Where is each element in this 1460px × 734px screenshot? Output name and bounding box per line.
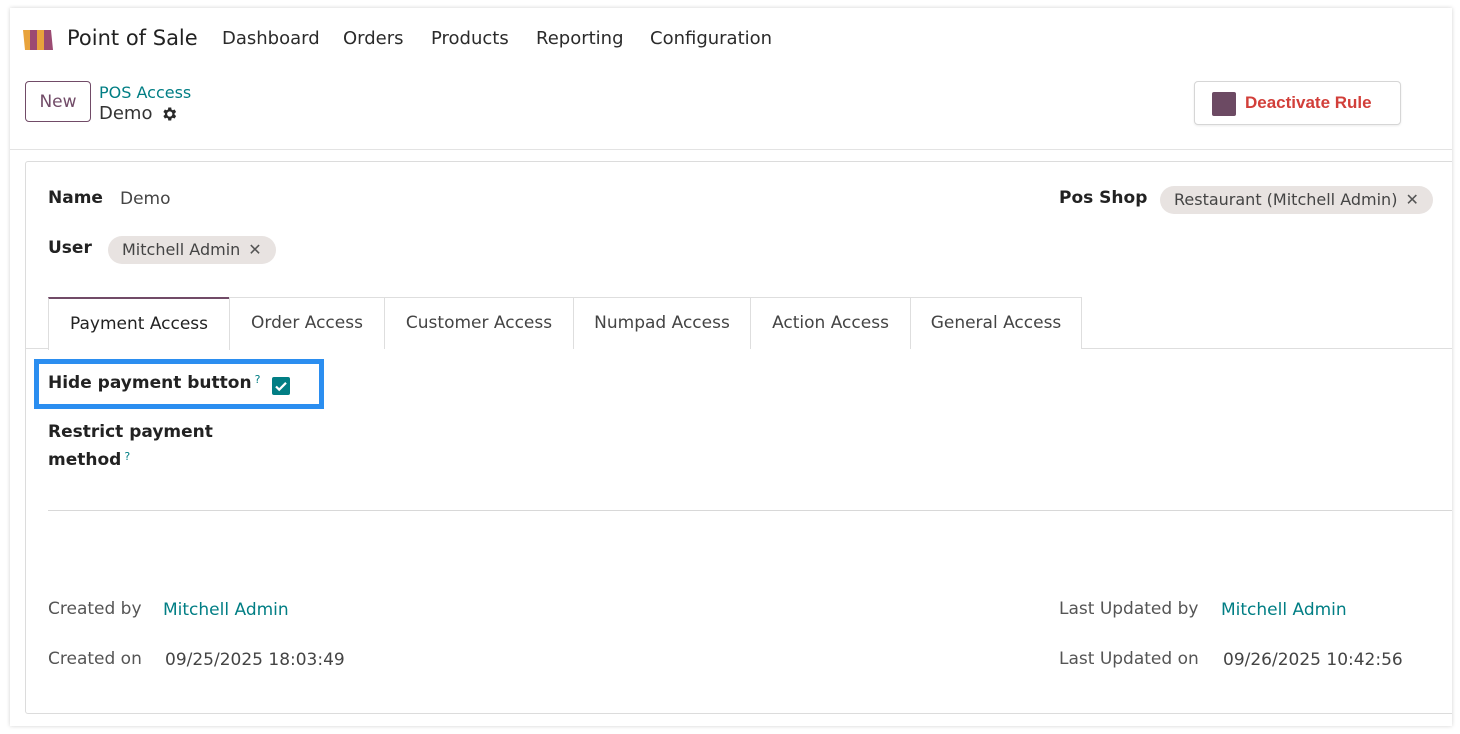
deactivate-rule-label: Deactivate Rule <box>1245 93 1372 112</box>
menu-orders[interactable]: Orders <box>343 28 404 49</box>
name-field[interactable]: Demo <box>120 189 171 209</box>
control-panel-divider <box>10 149 1452 150</box>
tab-payment-access[interactable]: Payment Access <box>48 297 230 350</box>
last-updated-by-link[interactable]: Mitchell Admin <box>1221 600 1347 620</box>
breadcrumb-parent[interactable]: POS Access <box>99 83 191 102</box>
user-label: User <box>48 238 92 258</box>
new-button[interactable]: New <box>25 81 91 122</box>
user-tag[interactable]: Mitchell Admin ✕ <box>108 236 276 264</box>
pos-shop-label: Pos Shop <box>1059 188 1148 208</box>
pos-shop-tag[interactable]: Restaurant (Mitchell Admin) ✕ <box>1160 186 1433 214</box>
pos-awning-icon[interactable] <box>21 28 55 50</box>
tab-numpad-access[interactable]: Numpad Access <box>573 297 751 349</box>
gear-icon[interactable] <box>160 105 178 123</box>
help-tooltip-icon[interactable]: ? <box>124 450 130 463</box>
hide-payment-label-text: Hide payment button <box>48 373 252 393</box>
created-by-link[interactable]: Mitchell Admin <box>163 600 289 620</box>
tab-customer-access[interactable]: Customer Access <box>384 297 574 349</box>
app-name[interactable]: Point of Sale <box>67 26 198 50</box>
close-icon[interactable]: ✕ <box>1405 186 1418 214</box>
menu-dashboard[interactable]: Dashboard <box>222 28 320 49</box>
check-icon <box>275 382 287 392</box>
created-on-label: Created on <box>48 649 142 669</box>
menu-reporting[interactable]: Reporting <box>536 28 624 49</box>
top-navbar: Point of Sale Dashboard Orders Products … <box>10 8 1452 70</box>
form-sheet: Name Demo User Mitchell Admin ✕ Pos Shop … <box>25 161 1452 714</box>
pos-shop-tag-label: Restaurant (Mitchell Admin) <box>1174 190 1398 209</box>
last-updated-on-value: 09/26/2025 10:42:56 <box>1223 650 1403 670</box>
name-label: Name <box>48 188 103 208</box>
deactivate-rule-button[interactable]: Deactivate Rule <box>1194 81 1401 125</box>
last-updated-on-label: Last Updated on <box>1059 649 1199 669</box>
menu-configuration[interactable]: Configuration <box>650 28 772 49</box>
app-window: Point of Sale Dashboard Orders Products … <box>10 8 1452 726</box>
hide-payment-checkbox[interactable] <box>272 377 290 395</box>
deactivate-swatch-icon <box>1212 92 1236 116</box>
created-on-value: 09/25/2025 18:03:49 <box>165 650 345 670</box>
restrict-payment-label-line2: method? <box>48 450 130 470</box>
record-name: Demo <box>99 103 153 124</box>
user-tag-label: Mitchell Admin <box>122 240 241 259</box>
hide-payment-label: Hide payment button? <box>48 373 260 393</box>
tab-action-access[interactable]: Action Access <box>750 297 911 349</box>
last-updated-by-label: Last Updated by <box>1059 599 1199 619</box>
tab-order-access[interactable]: Order Access <box>229 297 385 349</box>
restrict-payment-label-line2-text: method <box>48 450 122 470</box>
menu-products[interactable]: Products <box>431 28 509 49</box>
help-tooltip-icon[interactable]: ? <box>255 373 261 386</box>
section-divider <box>48 510 1452 511</box>
restrict-payment-label: Restrict payment <box>48 422 213 442</box>
close-icon[interactable]: ✕ <box>248 236 261 264</box>
created-by-label: Created by <box>48 599 142 619</box>
tab-general-access[interactable]: General Access <box>910 297 1082 349</box>
